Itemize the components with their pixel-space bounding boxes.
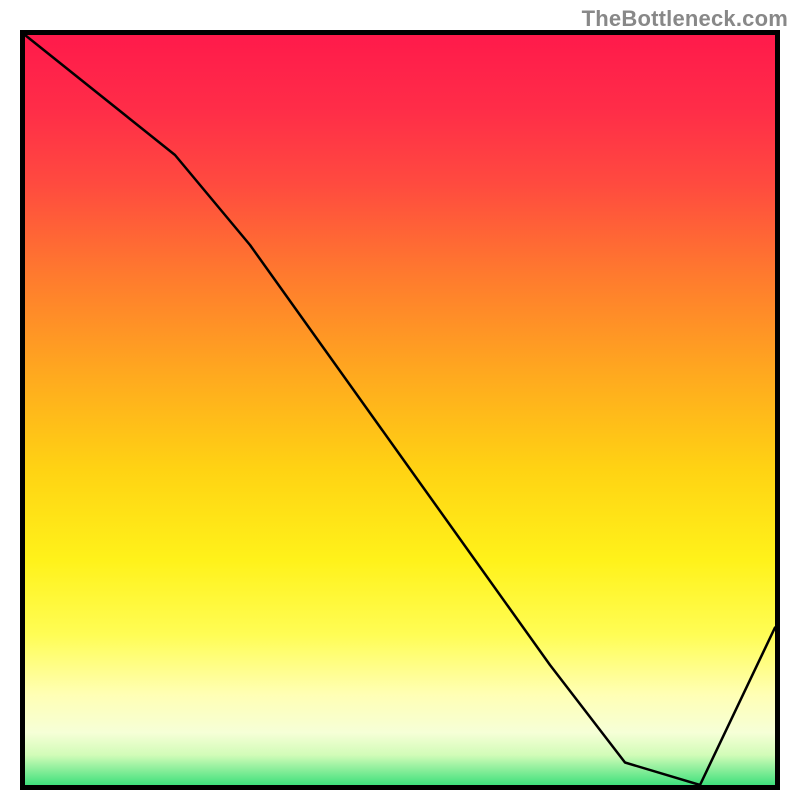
chart-line-svg: [25, 35, 775, 785]
chart-plot-area: [20, 30, 780, 790]
watermark-text: TheBottleneck.com: [582, 6, 788, 32]
bottleneck-curve-path: [25, 35, 775, 785]
